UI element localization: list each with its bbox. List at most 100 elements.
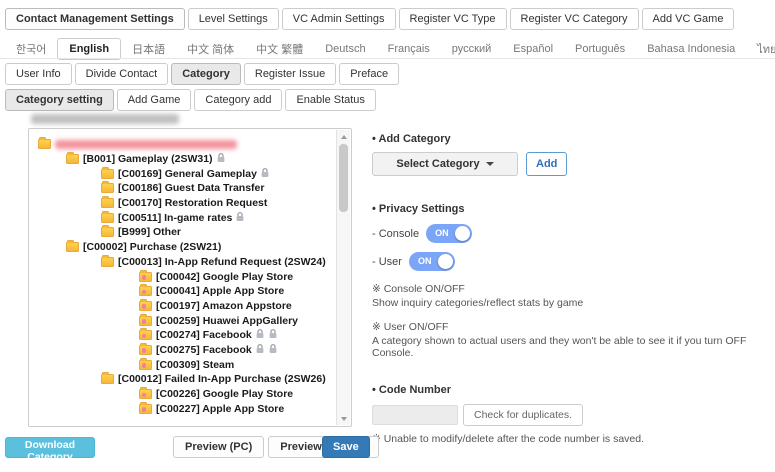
- user-toggle-state: ON: [418, 256, 432, 266]
- tree-item-c00041-apple-app-store[interactable]: [C00041] Apple App Store: [29, 284, 337, 299]
- folder-icon: [139, 330, 152, 340]
- tab-user-info[interactable]: User Info: [5, 63, 72, 85]
- tree-item-label: [C00042] Google Play Store: [156, 271, 293, 283]
- scrollbar-thumb[interactable]: [339, 144, 348, 212]
- folder-icon: [101, 257, 114, 267]
- lock-icon: [260, 167, 270, 181]
- pink-dot-marker: [142, 275, 147, 280]
- pink-dot-marker: [142, 334, 147, 339]
- tab-add-game[interactable]: Add Game: [117, 89, 192, 111]
- divider: [0, 58, 775, 59]
- save-button[interactable]: Save: [322, 436, 370, 458]
- tab-register-issue[interactable]: Register Issue: [244, 63, 336, 85]
- lang-english[interactable]: English: [57, 38, 121, 60]
- add-button[interactable]: Add: [526, 152, 567, 176]
- code-number-input[interactable]: [372, 405, 458, 425]
- download-category-button[interactable]: Download Category: [5, 437, 95, 458]
- lang-fran-ais[interactable]: Français: [377, 39, 441, 59]
- tree-item-c00197-amazon-appstore[interactable]: [C00197] Amazon Appstore: [29, 299, 337, 314]
- main-tab-bar: Contact Management SettingsLevel Setting…: [5, 8, 734, 30]
- tree-item-label: [C00169] General Gameplay: [118, 168, 257, 180]
- tab-vc-admin-settings[interactable]: VC Admin Settings: [282, 8, 396, 30]
- tree-item-label: [C00197] Amazon Appstore: [156, 300, 292, 312]
- folder-icon: [101, 213, 114, 223]
- tree-item-c00169-general-gameplay[interactable]: [C00169] General Gameplay: [29, 166, 337, 181]
- tree-item-b001-gameplay-2sw31[interactable]: [B001] Gameplay (2SW31): [29, 152, 337, 167]
- tab-divide-contact[interactable]: Divide Contact: [75, 63, 169, 85]
- folder-icon: [66, 154, 79, 164]
- subsection-tab-bar: Category settingAdd GameCategory addEnab…: [5, 89, 376, 111]
- tree-item-label: [C00013] In-App Refund Request (2SW24): [118, 256, 326, 268]
- console-toggle-label: - Console: [372, 228, 419, 240]
- lang-portugu-s[interactable]: Português: [564, 39, 636, 59]
- tree-item-b999-other[interactable]: [B999] Other: [29, 225, 337, 240]
- console-toggle[interactable]: ON: [426, 224, 472, 243]
- tree-item-label: [B001] Gameplay (2SW31): [83, 153, 213, 165]
- tab-enable-status[interactable]: Enable Status: [285, 89, 376, 111]
- tab-category-add[interactable]: Category add: [194, 89, 282, 111]
- tree-item-c00013-in-app-refund-request-2sw24[interactable]: [C00013] In-App Refund Request (2SW24): [29, 255, 337, 270]
- tree-item-c00002-purchase-2sw21[interactable]: [C00002] Purchase (2SW21): [29, 240, 337, 255]
- folder-icon: [139, 389, 152, 399]
- folder-icon: [101, 227, 114, 237]
- user-toggle[interactable]: ON: [409, 252, 455, 271]
- tree-item-label: [C00226] Google Play Store: [156, 388, 293, 400]
- tree-item-c00309-steam[interactable]: [C00309] Steam: [29, 357, 337, 372]
- lang-item[interactable]: русский: [441, 39, 502, 59]
- tree-item-c00274-facebook[interactable]: [C00274] Facebook: [29, 328, 337, 343]
- category-tree: [B001] Gameplay (2SW31) [C00169] General …: [29, 137, 337, 416]
- tree-item-redacted[interactable]: [29, 137, 337, 152]
- tab-category-setting[interactable]: Category setting: [5, 89, 114, 111]
- tab-contact-management-settings[interactable]: Contact Management Settings: [5, 8, 185, 30]
- folder-icon: [101, 183, 114, 193]
- tree-item-c00186-guest-data-transfer[interactable]: [C00186] Guest Data Transfer: [29, 181, 337, 196]
- tree-item-label: [C00511] In-game rates: [118, 212, 232, 224]
- console-note: Show inquiry categories/reflect stats by…: [372, 297, 768, 309]
- scrollbar[interactable]: [336, 130, 350, 425]
- pink-dot-marker: [142, 407, 147, 412]
- tab-add-vc-game[interactable]: Add VC Game: [642, 8, 735, 30]
- preview-pc-button[interactable]: Preview (PC): [173, 436, 264, 458]
- lang-espa-ol[interactable]: Español: [502, 39, 564, 59]
- arrow-up-icon[interactable]: [337, 130, 350, 143]
- tree-item-c00227-apple-app-store[interactable]: [C00227] Apple App Store: [29, 401, 337, 416]
- redacted-game-label: [31, 114, 179, 124]
- tree-item-c00511-in-game-rates[interactable]: [C00511] In-game rates: [29, 210, 337, 225]
- tree-item-c00042-google-play-store[interactable]: [C00042] Google Play Store: [29, 269, 337, 284]
- folder-icon: [101, 198, 114, 208]
- lock-icon: [268, 328, 278, 342]
- folder-icon: [139, 360, 152, 370]
- tree-item-label: [C00012] Failed In-App Purchase (2SW26): [118, 373, 326, 385]
- tab-category[interactable]: Category: [171, 63, 241, 85]
- tree-item-c00170-restoration-request[interactable]: [C00170] Restoration Request: [29, 196, 337, 211]
- lang-deutsch[interactable]: Deutsch: [314, 39, 376, 59]
- select-category-label: Select Category: [396, 158, 479, 170]
- tree-item-c00012-failed-in-app-purchase-2sw26[interactable]: [C00012] Failed In-App Purchase (2SW26): [29, 372, 337, 387]
- arrow-down-icon[interactable]: [337, 412, 350, 425]
- tree-item-label: [C00274] Facebook: [156, 329, 252, 341]
- console-note-title: ※ Console ON/OFF: [372, 283, 768, 295]
- privacy-settings-heading: • Privacy Settings: [372, 203, 768, 215]
- tree-item-label: [C00002] Purchase (2SW21): [83, 241, 221, 253]
- tree-item-c00226-google-play-store[interactable]: [C00226] Google Play Store: [29, 387, 337, 402]
- lock-icon: [255, 343, 265, 357]
- tab-preface[interactable]: Preface: [339, 63, 399, 85]
- lock-icon: [216, 152, 226, 166]
- lock-icon: [235, 211, 245, 225]
- folder-icon: [101, 169, 114, 179]
- folder-icon: [139, 301, 152, 311]
- tab-register-vc-type[interactable]: Register VC Type: [399, 8, 507, 30]
- redacted-root-category: [55, 140, 237, 149]
- tree-item-c00259-huawei-appgallery[interactable]: [C00259] Huawei AppGallery: [29, 313, 337, 328]
- folder-icon: [139, 404, 152, 414]
- tab-register-vc-category[interactable]: Register VC Category: [510, 8, 639, 30]
- check-duplicates-button[interactable]: Check for duplicates.: [463, 404, 583, 426]
- tab-level-settings[interactable]: Level Settings: [188, 8, 279, 30]
- lang-bahasa-indonesia[interactable]: Bahasa Indonesia: [636, 39, 746, 59]
- pink-dot-marker: [142, 290, 147, 295]
- folder-icon: [139, 345, 152, 355]
- tree-item-c00275-facebook[interactable]: [C00275] Facebook: [29, 343, 337, 358]
- tree-item-label: [C00227] Apple App Store: [156, 403, 284, 415]
- select-category-dropdown[interactable]: Select Category: [372, 152, 518, 176]
- pink-dot-marker: [142, 363, 147, 368]
